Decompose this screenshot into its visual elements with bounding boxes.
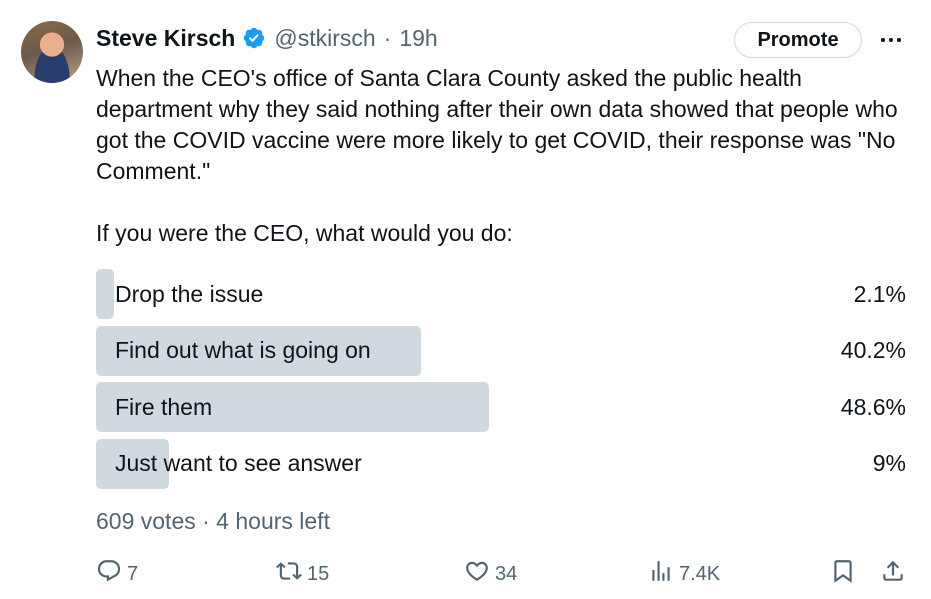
poll: Drop the issue 2.1% Find out what is goi… [96, 269, 908, 495]
share-icon [880, 558, 906, 590]
verified-badge-icon[interactable] [242, 26, 266, 50]
like-count: 34 [495, 562, 518, 585]
retweet-count: 15 [307, 562, 330, 585]
poll-bar [96, 269, 114, 319]
retweet-button[interactable]: 15 [276, 558, 329, 590]
reply-count: 7 [127, 562, 139, 585]
share-button[interactable] [880, 558, 906, 590]
retweet-icon [276, 558, 302, 590]
bookmark-button[interactable] [830, 558, 856, 590]
like-button[interactable]: 34 [464, 558, 517, 590]
poll-option-see-answer[interactable]: Just want to see answer 9% [96, 438, 908, 489]
views-chart-icon [648, 558, 674, 590]
poll-option-label: Just want to see answer [115, 450, 362, 476]
bookmark-icon [830, 558, 856, 590]
more-dots-icon[interactable] [876, 26, 906, 54]
views-count: 7.4K [679, 562, 721, 585]
poll-option-find-out[interactable]: Find out what is going on 40.2% [96, 325, 908, 376]
poll-option-percent: 48.6% [840, 393, 906, 420]
author-name[interactable]: Steve Kirsch [96, 25, 235, 52]
poll-option-label: Find out what is going on [115, 337, 371, 363]
promote-button[interactable]: Promote [734, 22, 862, 58]
poll-option-label: Fire them [115, 393, 213, 420]
reply-button[interactable]: 7 [96, 558, 138, 590]
poll-meta: 609 votes · 4 hours left [96, 508, 330, 534]
tweet-time[interactable]: 19h [399, 25, 437, 52]
heart-icon [464, 558, 490, 590]
tweet-text: When the CEO's office of Santa Clara Cou… [96, 65, 898, 246]
poll-option-label: Drop the issue [115, 280, 264, 307]
action-bar: 7 15 34 7.4K [96, 558, 908, 590]
poll-option-drop-the-issue[interactable]: Drop the issue 2.1% [96, 269, 908, 319]
author-handle[interactable]: @stkirsch [274, 25, 375, 52]
poll-option-fire-them[interactable]: Fire them 48.6% [96, 382, 908, 432]
tweet-header: Steve Kirsch @stkirsch · 19h [96, 22, 438, 54]
poll-option-percent: 40.2% [840, 337, 906, 363]
poll-option-percent: 9% [872, 450, 906, 476]
reply-icon [96, 558, 122, 590]
avatar[interactable] [21, 21, 83, 83]
poll-option-percent: 2.1% [853, 280, 906, 307]
separator-dot: · [383, 24, 392, 51]
views-button[interactable]: 7.4K [648, 558, 720, 590]
